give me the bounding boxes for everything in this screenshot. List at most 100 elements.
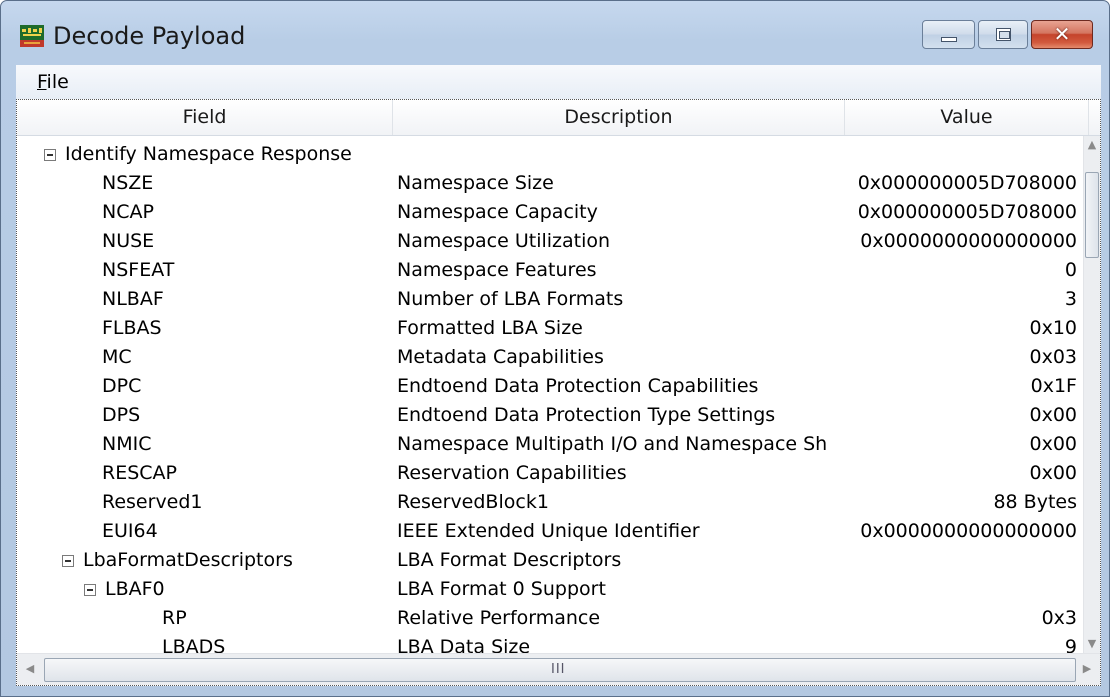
value-cell: 0x0000000000000000	[860, 520, 1077, 542]
field-name: RP	[162, 607, 187, 629]
tree-row[interactable]: DPS Endtoend Data Protection Type Setting…	[17, 401, 1083, 430]
tree-row[interactable]: LBAF0 LBA Format 0 Support	[17, 575, 1083, 604]
column-header-description[interactable]: Description	[393, 100, 845, 135]
value-cell: 88 Bytes	[993, 491, 1077, 513]
tree-row[interactable]: FLBAS Formatted LBA Size 0x10	[17, 314, 1083, 343]
description-cell: IEEE Extended Unique Identifier	[397, 520, 700, 542]
value-cell: 0x10	[1029, 317, 1077, 339]
close-icon: ✕	[1053, 22, 1071, 46]
tree-row[interactable]: NCAP Namespace Capacity 0x000000005D708000	[17, 198, 1083, 227]
field-cell: Reserved1	[102, 488, 203, 517]
value-cell: 0x000000005D708000	[857, 172, 1077, 194]
description-cell: Number of LBA Formats	[397, 288, 624, 310]
tree-row[interactable]: EUI64 IEEE Extended Unique Identifier 0x00…	[17, 517, 1083, 546]
scroll-up-arrow-icon[interactable]: ▲	[1085, 138, 1099, 152]
field-cell: DPS	[102, 401, 140, 430]
description-cell: Namespace Size	[397, 172, 554, 194]
tree-row[interactable]: Identify Namespace Response	[17, 140, 1083, 169]
value-cell: 0x03	[1029, 346, 1077, 368]
field-name: DPC	[102, 375, 142, 397]
menu-file[interactable]: File	[37, 70, 69, 94]
value-cell: 0	[1064, 259, 1077, 281]
field-cell: LBADS	[162, 633, 225, 653]
field-cell: NUSE	[102, 227, 154, 256]
description-cell: Relative Performance	[397, 607, 601, 629]
app-icon	[20, 25, 44, 47]
field-name: NLBAF	[102, 288, 164, 310]
value-cell: 0x1F	[1030, 375, 1077, 397]
field-name: Reserved1	[102, 491, 203, 513]
collapse-toggle-icon[interactable]	[62, 555, 74, 567]
field-name: MC	[102, 346, 132, 368]
description-cell: LBA Data Size	[397, 636, 531, 653]
description-cell: LBA Format Descriptors	[397, 549, 622, 571]
menu-file-label: ile	[46, 71, 69, 93]
scroll-grip-icon: III	[551, 662, 566, 677]
description-cell: Namespace Features	[397, 259, 597, 281]
value-cell: 0x00	[1029, 433, 1077, 455]
value-cell: 0x00	[1029, 462, 1077, 484]
collapse-toggle-icon[interactable]	[44, 149, 56, 161]
scroll-down-arrow-icon[interactable]: ▼	[1085, 637, 1099, 651]
horizontal-scrollbar[interactable]: ◀ III ▶	[17, 653, 1100, 685]
scroll-right-arrow-icon[interactable]: ▶	[1080, 662, 1094, 676]
tree-row[interactable]: NSFEAT Namespace Features 0	[17, 256, 1083, 285]
field-name: LBAF0	[105, 578, 165, 600]
field-cell: LBAF0	[84, 575, 165, 604]
tree-row[interactable]: Reserved1 ReservedBlock1 88 Bytes	[17, 488, 1083, 517]
value-cell: 9	[1064, 636, 1077, 653]
title-bar[interactable]: Decode Payload ✕	[1, 1, 1109, 65]
field-name: NSZE	[102, 172, 154, 194]
vertical-scroll-thumb[interactable]	[1085, 172, 1099, 258]
window-title: Decode Payload	[53, 22, 246, 50]
description-cell: Formatted LBA Size	[397, 317, 583, 339]
tree-row[interactable]: RESCAP Reservation Capabilities 0x00	[17, 459, 1083, 488]
description-cell: Namespace Multipath I/O and Namespace Sh	[397, 433, 828, 455]
tree-row[interactable]: LbaFormatDescriptors LBA Format Descripto…	[17, 546, 1083, 575]
horizontal-scroll-thumb[interactable]: III	[44, 658, 1076, 682]
payload-tree-view: Field Description Value Identify Namespa…	[16, 99, 1101, 686]
field-name: LbaFormatDescriptors	[83, 549, 293, 571]
field-cell: DPC	[102, 372, 141, 401]
description-cell: ReservedBlock1	[397, 491, 549, 513]
vertical-scrollbar[interactable]: ▲ ▼	[1083, 136, 1100, 653]
tree-row[interactable]: DPC Endtoend Data Protection Capabilities…	[17, 372, 1083, 401]
column-header-field[interactable]: Field	[17, 100, 393, 135]
field-cell: LbaFormatDescriptors	[62, 546, 293, 575]
field-name: NCAP	[102, 201, 154, 223]
column-header-row: Field Description Value	[17, 100, 1100, 136]
field-name: NUSE	[102, 230, 155, 252]
field-cell: NSZE	[102, 169, 153, 198]
collapse-toggle-icon[interactable]	[84, 584, 96, 596]
description-cell: Namespace Utilization	[397, 230, 611, 252]
value-cell: 0x0000000000000000	[860, 230, 1077, 252]
field-cell: EUI64	[102, 517, 158, 546]
field-cell: RESCAP	[102, 459, 177, 488]
value-cell: 0x000000005D708000	[857, 201, 1077, 223]
tree-row[interactable]: NSZE Namespace Size 0x000000005D708000	[17, 169, 1083, 198]
tree-row[interactable]: RP Relative Performance 0x3	[17, 604, 1083, 633]
tree-row[interactable]: NLBAF Number of LBA Formats 3	[17, 285, 1083, 314]
scroll-left-arrow-icon[interactable]: ◀	[23, 662, 37, 676]
field-name: DPS	[102, 404, 141, 426]
tree-row[interactable]: LBADS LBA Data Size 9	[17, 633, 1083, 653]
minimize-button[interactable]	[922, 20, 975, 49]
field-name: RESCAP	[102, 462, 177, 484]
tree-row[interactable]: NUSE Namespace Utilization 0x0000000000000…	[17, 227, 1083, 256]
tree-row[interactable]: MC Metadata Capabilities 0x03	[17, 343, 1083, 372]
field-cell: NCAP	[102, 198, 154, 227]
description-cell: Reservation Capabilities	[397, 462, 627, 484]
field-cell: Identify Namespace Response	[44, 140, 352, 169]
tree-row[interactable]: NMIC Namespace Multipath I/O and Namespac…	[17, 430, 1083, 459]
maximize-button[interactable]	[978, 20, 1028, 49]
description-cell: Endtoend Data Protection Capabilities	[397, 375, 759, 397]
field-name: FLBAS	[102, 317, 162, 339]
column-header-value[interactable]: Value	[845, 100, 1089, 135]
description-cell: LBA Format 0 Support	[397, 578, 606, 600]
field-cell: NSFEAT	[102, 256, 174, 285]
description-cell: Metadata Capabilities	[397, 346, 604, 368]
tree-rows: Identify Namespace Response NSZE Namespace…	[17, 136, 1083, 653]
field-name: Identify Namespace Response	[65, 143, 352, 165]
close-button[interactable]: ✕	[1031, 20, 1093, 49]
field-cell: FLBAS	[102, 314, 162, 343]
